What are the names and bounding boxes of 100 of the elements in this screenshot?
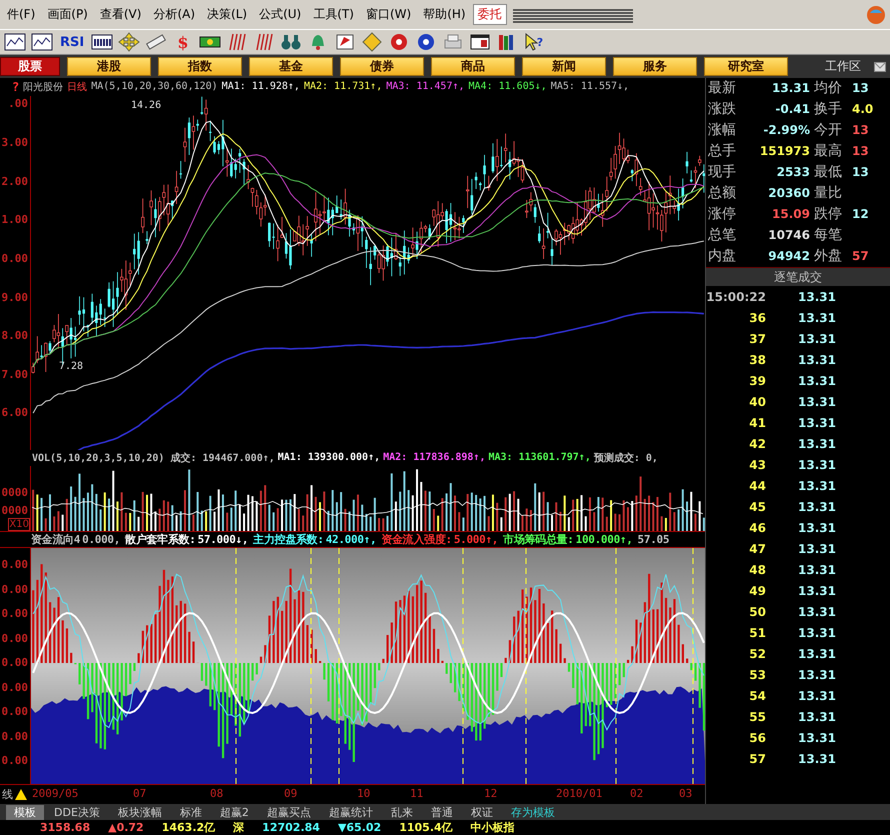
quote-label: 均价 [813,79,843,98]
status-value: ▲0.72 [108,821,144,834]
axis-label: 0.00 [2,558,28,572]
menu-item[interactable]: 工具(T) [308,6,359,23]
menu-item[interactable]: 查看(V) [94,6,146,23]
tick-time: 53 [748,668,766,682]
template-tab[interactable]: 乱来 [382,804,421,820]
tick-price: 13.31 [797,752,836,766]
trade-button[interactable]: 委托 [472,4,507,25]
quote-value: 13 [851,143,870,160]
tick-price: 13.31 [797,584,836,598]
quote-value: 12 [851,206,870,223]
indicator-value: 57.000↓, [198,532,248,546]
template-tab[interactable]: 模板 [6,804,44,820]
category-tab[interactable]: 研究室 [704,57,788,76]
date-label: 11 [410,787,424,800]
category-tab[interactable]: 基金 [249,57,333,76]
template-tab[interactable]: 权证 [462,804,501,820]
flag-icon[interactable] [334,32,356,52]
period-label: 线 [2,787,13,802]
tick-price: 13.31 [797,604,836,618]
axis-label: 3.00 [2,136,28,149]
quote-label: 每笔 [813,226,843,245]
quote-label: 跌停 [813,205,843,224]
indicator-value: 日线 [67,80,88,94]
tick-time: 46 [748,520,766,534]
menu-item[interactable]: 分析(A) [148,6,200,23]
move-icon[interactable] [118,32,140,52]
date-label: 09 [284,787,298,800]
axis-label: 0.00 [2,680,28,694]
menu-item[interactable]: 帮助(H) [418,6,471,23]
tick-price: 13.31 [797,310,836,324]
chart-icon[interactable] [4,32,26,52]
quote-value: 4.0 [851,101,874,118]
high-price-label: 14.26 [131,100,162,111]
indicator-value: MA3: 11.457↑, [386,81,465,92]
template-tab[interactable]: 超赢买点 [258,804,319,820]
category-tab[interactable]: 新闻 [522,57,606,76]
template-tab[interactable]: DDE决策 [46,804,108,820]
quote-label: 涨停 [708,205,737,224]
menu-item[interactable]: 窗口(W) [360,6,416,23]
menu-item[interactable]: 公式(U) [254,6,306,23]
template-tab[interactable]: 超赢2 [212,804,257,820]
category-tab[interactable]: 债券 [340,57,424,76]
template-tab[interactable]: 超赢统计 [320,804,381,820]
diamond-icon[interactable] [361,32,384,52]
binoculars-icon[interactable] [280,32,302,52]
axis-label: 0.00 [2,705,28,718]
triangle-icon[interactable] [15,789,27,800]
volume-value: MA1: 139300.000↑, [278,452,380,464]
help-mark[interactable]: ? [12,80,20,94]
template-tab[interactable]: 板块涨幅 [110,804,170,820]
category-tab[interactable]: 指数 [158,57,242,76]
menu-item[interactable]: 决策(L) [202,6,252,23]
tick-time: 47 [748,542,766,556]
tick-price: 13.31 [797,542,836,556]
indicator-label: 散户套牢系数: [125,532,196,547]
category-tab[interactable]: 商品 [431,57,515,76]
axis-label: 0.00 [2,582,28,596]
tick-price: 13.31 [797,520,836,534]
bars-icon[interactable] [91,32,114,52]
template-tab[interactable]: 普通 [422,804,461,820]
quote-value: 151973 [758,143,810,160]
quote-label: 总手 [708,142,737,161]
quote-label: 最低 [813,163,843,182]
menu-item[interactable]: 画面(P) [42,6,93,23]
quote-value: 57 [851,248,870,265]
tick-price: 13.31 [797,730,836,744]
tick-time: 57 [748,752,766,766]
quote-value: -2.99% [762,122,810,139]
indicator-value: 42.000↑, [326,532,376,546]
template-tab[interactable]: 标准 [172,804,210,820]
quote-label: 现手 [708,163,737,182]
category-tab[interactable]: 股票 [0,57,60,76]
axis-label: 0.00 [2,607,28,620]
tick-time: 45 [748,500,766,514]
tick-time: 39 [748,374,766,388]
category-tab[interactable]: 港股 [67,57,151,76]
tick-time: 37 [748,332,766,346]
quote-value: 13.31 [771,80,810,97]
chart-icon[interactable] [31,32,53,52]
quote-label: 涨幅 [708,121,737,140]
quote-value: -0.41 [774,101,810,118]
envelope-icon[interactable] [874,62,886,72]
indicator-value: MA4: 11.605↓, [468,81,547,92]
workspace-label: 工作区 [825,58,861,75]
menu-item[interactable]: 件(F) [2,6,40,23]
tick-price: 13.31 [797,436,836,450]
quote-label: 今开 [813,121,843,140]
indicator-value: MA(5,10,20,30,60,120) [91,81,218,92]
quote-label: 内盘 [708,247,737,266]
section-header: 逐笔成交 [706,268,890,286]
tick-price: 13.31 [797,458,836,472]
rsi-button[interactable]: RSI [58,34,86,50]
category-tab[interactable]: 服务 [613,57,697,76]
template-tab[interactable]: 存为模板 [502,804,563,820]
axis-label: 0.00 [2,252,28,265]
quote-value: 15.09 [771,206,810,223]
quote-value: 13 [851,80,870,97]
window-icon[interactable] [469,32,492,52]
